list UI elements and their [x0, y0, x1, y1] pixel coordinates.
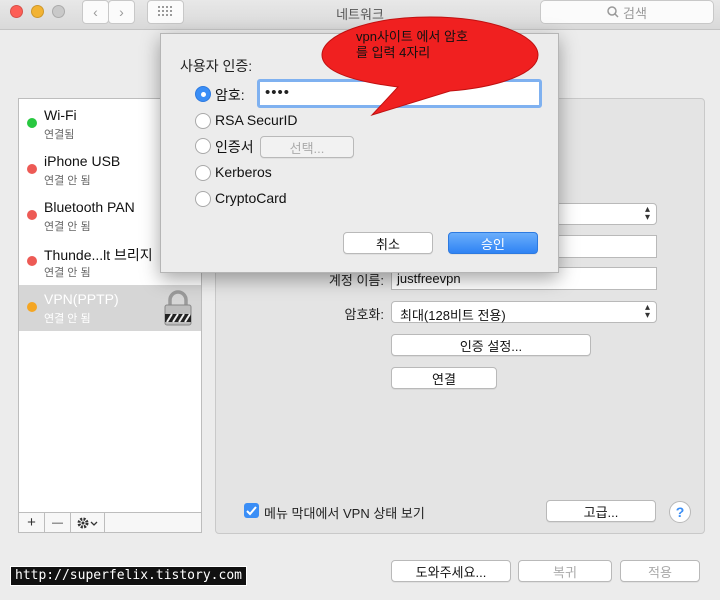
cancel-button[interactable]: 취소: [343, 232, 433, 254]
status-dot: [27, 256, 37, 266]
annotation-text: vpn사이트 에서 암호 를 입력 4자리: [356, 29, 516, 61]
connect-button[interactable]: 연결: [391, 367, 497, 389]
updown-icon: ▴ ▾: [644, 302, 650, 321]
gear-icon: [77, 517, 97, 528]
apply-button[interactable]: 적용: [620, 560, 700, 582]
radio-password-label: 암호:: [215, 87, 245, 103]
select-certificate-button[interactable]: 선택...: [260, 136, 354, 158]
status-dot: [27, 164, 37, 174]
radio-certificate[interactable]: [195, 138, 211, 154]
search-input[interactable]: 검색: [540, 0, 714, 24]
add-label: +: [27, 514, 36, 531]
add-service-button[interactable]: +: [19, 513, 45, 532]
watermark-url: http://superfelix.tistory.com: [10, 566, 247, 586]
updown-icon: ▴ ▾: [644, 204, 650, 223]
chevron-right-icon: ›: [119, 4, 124, 20]
radio-cryptocard-label: CryptoCard: [215, 190, 287, 206]
service-item-vpn-pptp[interactable]: VPN(PPTP) 연결 안 됨: [19, 285, 201, 331]
status-dot: [27, 118, 37, 128]
radio-kerberos[interactable]: [195, 165, 211, 181]
status-dot: [27, 210, 37, 220]
lock-icon: [164, 290, 192, 326]
auth-settings-button[interactable]: 인증 설정...: [391, 334, 591, 356]
service-status: 연결됨: [44, 129, 75, 141]
remove-label: —: [52, 516, 63, 529]
show-vpn-status-label: 메뉴 막대에서 VPN 상태 보기: [264, 506, 425, 521]
show-vpn-status-checkbox[interactable]: [244, 503, 259, 518]
radio-cryptocard[interactable]: [195, 191, 211, 207]
radio-rsa-securid[interactable]: [195, 113, 211, 129]
radio-password[interactable]: [195, 86, 211, 102]
service-name: Thunde...lt 브리지: [44, 247, 153, 263]
forward-button[interactable]: ›: [108, 0, 135, 24]
checkmark-icon: [246, 506, 257, 516]
close-window-button[interactable]: [10, 5, 23, 18]
service-status: 연결 안 됨: [44, 221, 91, 233]
service-name: VPN(PPTP): [44, 291, 119, 307]
grid-icon: [157, 6, 172, 16]
help-button[interactable]: ?: [669, 501, 691, 523]
service-name: Wi-Fi: [44, 107, 77, 123]
search-icon: [607, 6, 619, 18]
radio-rsa-securid-label: RSA SecurID: [215, 112, 298, 128]
remove-service-button[interactable]: —: [45, 513, 71, 532]
dialog-title: 사용자 인증:: [180, 58, 253, 74]
service-name: iPhone USB: [44, 153, 121, 169]
service-list-controls: + —: [18, 512, 202, 533]
zoom-window-button[interactable]: [52, 5, 65, 18]
radio-kerberos-label: Kerberos: [215, 164, 272, 180]
service-status: 연결 안 됨: [44, 175, 91, 187]
search-placeholder: 검색: [623, 5, 647, 21]
chevron-left-icon: ‹: [93, 4, 98, 20]
revert-button[interactable]: 복귀: [518, 560, 612, 582]
assist-me-button[interactable]: 도와주세요...: [391, 560, 511, 582]
minimize-window-button[interactable]: [31, 5, 44, 18]
annotation-line-2: 를 입력 4자리: [356, 45, 431, 60]
service-status: 연결 안 됨: [44, 313, 91, 325]
ok-button[interactable]: 승인: [448, 232, 538, 254]
show-all-button[interactable]: [147, 0, 184, 24]
back-button[interactable]: ‹: [82, 0, 109, 24]
radio-certificate-label: 인증서: [215, 139, 254, 155]
advanced-button[interactable]: 고급...: [546, 500, 656, 522]
encryption-label: 암호화:: [344, 307, 385, 322]
service-name: Bluetooth PAN: [44, 199, 135, 215]
encryption-popup[interactable]: 최대(128비트 전용) ▴ ▾: [391, 301, 657, 323]
annotation-line-1: vpn사이트 에서 암호: [356, 29, 468, 44]
status-dot: [27, 302, 37, 312]
service-status: 연결 안 됨: [44, 267, 91, 279]
action-menu-button[interactable]: [71, 513, 105, 532]
encryption-value: 최대(128비트 전용): [400, 308, 506, 323]
